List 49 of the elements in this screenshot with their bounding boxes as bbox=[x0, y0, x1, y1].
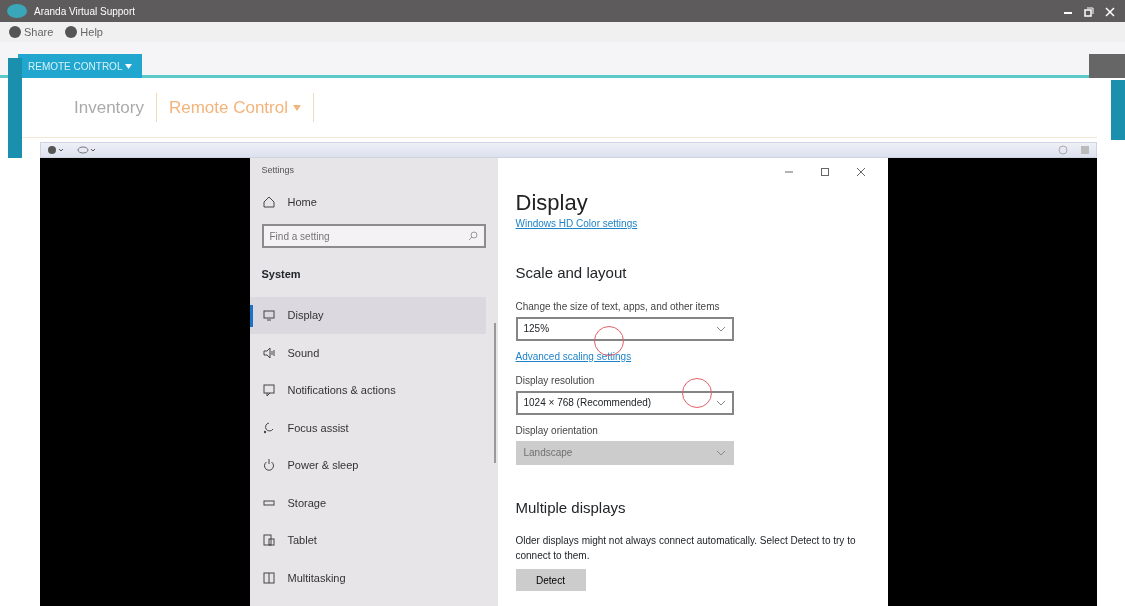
window-title: Aranda Virtual Support bbox=[34, 4, 135, 19]
close-icon bbox=[1105, 7, 1115, 18]
field-label: Change the size of text, apps, and other items bbox=[515, 299, 721, 314]
field-label: Display resolution bbox=[515, 373, 596, 388]
caret-icon bbox=[124, 64, 132, 70]
section-heading: Scale and layout bbox=[515, 263, 628, 283]
eye-icon[interactable] bbox=[77, 145, 97, 155]
toolbar-button[interactable]: Help bbox=[59, 23, 109, 41]
dropdown[interactable]: 125% bbox=[515, 316, 734, 341]
maximize-icon bbox=[819, 167, 830, 178]
nav-icon bbox=[261, 345, 276, 360]
dropdown[interactable]: 1024 × 768 (Recommended) bbox=[515, 390, 734, 415]
chevron-down-icon bbox=[715, 325, 726, 332]
nav-icon bbox=[261, 570, 276, 585]
restore-icon bbox=[1084, 7, 1094, 18]
field-label: Display orientation bbox=[515, 423, 599, 438]
nav-icon bbox=[261, 533, 276, 548]
detect-button[interactable]: Detect bbox=[515, 569, 586, 591]
caret-icon bbox=[292, 105, 301, 112]
nav-item[interactable]: Focus assist bbox=[249, 409, 486, 447]
page-title: Display bbox=[515, 192, 589, 214]
description-text: Older displays might not always connect automatically. Select Detect to try to connect to them. bbox=[515, 534, 857, 563]
close-icon bbox=[855, 167, 866, 178]
search-field[interactable]: Find a setting bbox=[261, 224, 486, 248]
home-icon bbox=[261, 195, 276, 210]
share-icon bbox=[9, 26, 21, 38]
help-icon bbox=[65, 26, 78, 38]
section-heading: Multiple displays bbox=[515, 497, 627, 518]
nav-icon bbox=[261, 308, 276, 323]
section-heading: System bbox=[261, 267, 302, 282]
settings-title: Settings bbox=[261, 164, 296, 177]
nav-icon bbox=[261, 383, 276, 398]
home-item[interactable]: Home bbox=[249, 183, 486, 221]
nav-item[interactable]: Tablet bbox=[249, 521, 486, 559]
logo-icon bbox=[6, 3, 28, 19]
nav-item[interactable]: Power & sleep bbox=[249, 446, 486, 484]
search-icon bbox=[467, 231, 478, 241]
nav-item[interactable]: Multitasking bbox=[249, 559, 486, 597]
nav-item[interactable]: Display bbox=[249, 296, 486, 334]
color-settings-link[interactable]: Windows HD Color settings bbox=[515, 218, 638, 229]
nav-icon bbox=[261, 420, 276, 435]
nav-icon bbox=[261, 458, 276, 473]
chevron-down-icon bbox=[715, 399, 726, 406]
nav-item[interactable]: Notifications & actions bbox=[249, 371, 486, 409]
nav-item[interactable]: Storage bbox=[249, 484, 486, 522]
toolbar-button[interactable]: Share bbox=[3, 23, 60, 41]
scaling-link[interactable]: Advanced scaling settings bbox=[515, 350, 632, 362]
chevron-down-icon bbox=[715, 449, 726, 456]
nav-item[interactable]: Sound bbox=[249, 334, 486, 372]
